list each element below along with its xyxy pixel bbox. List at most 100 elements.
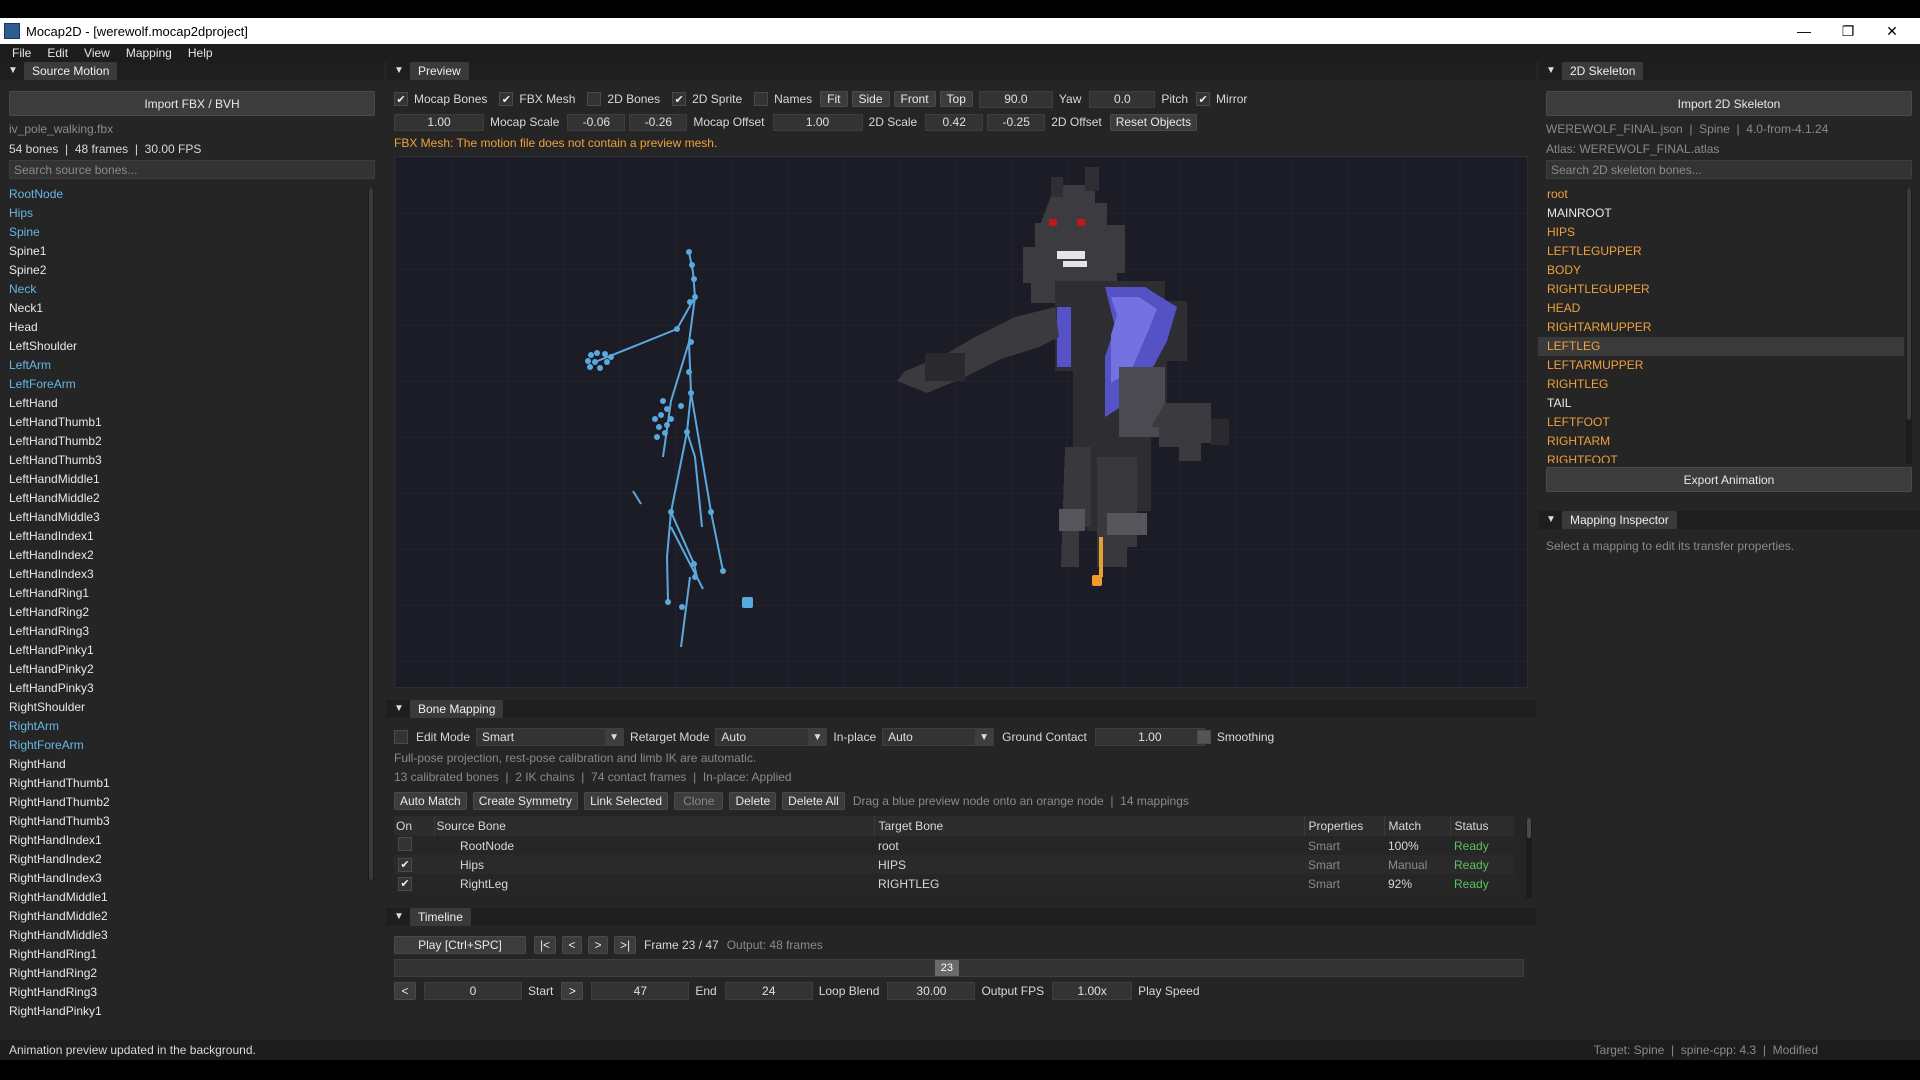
- source-bone-item[interactable]: LeftHandRing3: [0, 622, 368, 641]
- col-match[interactable]: Match: [1383, 816, 1450, 836]
- source-bone-item[interactable]: LeftHandMiddle2: [0, 489, 368, 508]
- source-bone-item[interactable]: LeftHandRing1: [0, 584, 368, 603]
- mapping-table-scrollbar[interactable]: [1526, 818, 1532, 898]
- source-bone-item[interactable]: RightHandThumb3: [0, 812, 368, 831]
- top-button[interactable]: Top: [939, 91, 973, 107]
- mocap-scale-field[interactable]: 1.00: [394, 113, 484, 131]
- col-properties[interactable]: Properties: [1303, 816, 1384, 836]
- mapping-enabled-checkbox[interactable]: ✔: [398, 876, 412, 891]
- source-bone-item[interactable]: RightShoulder: [0, 698, 368, 717]
- menu-file[interactable]: File: [4, 46, 39, 60]
- 2d-offset-x-field[interactable]: 0.42: [925, 113, 984, 131]
- source-bone-item[interactable]: LeftHandPinky3: [0, 679, 368, 698]
- mapping-enabled-checkbox[interactable]: ✔: [398, 857, 412, 872]
- preview-canvas[interactable]: [395, 157, 1528, 688]
- col-source-bone[interactable]: Source Bone: [433, 816, 874, 836]
- source-bone-item[interactable]: LeftHandIndex1: [0, 527, 368, 546]
- menu-help[interactable]: Help: [180, 46, 221, 60]
- names-checkbox[interactable]: [754, 92, 769, 106]
- output-fps-field[interactable]: 30.00: [887, 982, 976, 1000]
- source-bone-item[interactable]: Head: [0, 318, 368, 337]
- source-bone-item[interactable]: LeftHandMiddle3: [0, 508, 368, 527]
- collapse-icon[interactable]: ▼: [8, 66, 18, 76]
- skeleton-search-input[interactable]: Search 2D skeleton bones...: [1546, 160, 1912, 179]
- skeleton-bone-item[interactable]: HIPS: [1538, 223, 1904, 242]
- col-target-bone[interactable]: Target Bone: [873, 816, 1304, 836]
- edit-mode-dropdown[interactable]: Smart ▼: [476, 728, 625, 746]
- skeleton-bone-item[interactable]: BODY: [1538, 261, 1904, 280]
- skeleton-bone-item[interactable]: RIGHTARM: [1538, 432, 1904, 451]
- end-field[interactable]: 47: [591, 982, 690, 1000]
- source-bone-item[interactable]: RightForeArm: [0, 736, 368, 755]
- link-selected-button[interactable]: Link Selected: [584, 792, 669, 810]
- source-bone-item[interactable]: LeftHandPinky1: [0, 641, 368, 660]
- timeline-tab[interactable]: Timeline: [410, 908, 471, 926]
- source-search-input[interactable]: Search source bones...: [9, 160, 375, 179]
- preview-viewport[interactable]: [394, 156, 1528, 688]
- mapping-row[interactable]: ✔ Hips HIPS Smart Manual Ready: [394, 855, 1514, 874]
- skeleton-bone-item[interactable]: RIGHTFOOT: [1538, 451, 1904, 463]
- source-bone-item[interactable]: RootNode: [0, 185, 368, 204]
- mocap-offset-y-field[interactable]: -0.26: [629, 113, 688, 131]
- reset-objects-button[interactable]: Reset Objects: [1109, 113, 1198, 131]
- source-bone-item[interactable]: LeftHandRing2: [0, 603, 368, 622]
- skeleton-bone-item[interactable]: LEFTARMUPPER: [1538, 356, 1904, 375]
- loop-blend-field[interactable]: 24: [724, 982, 813, 1000]
- source-bone-item[interactable]: RightHandMiddle1: [0, 888, 368, 907]
- skeleton-bone-item[interactable]: LEFTLEGUPPER: [1538, 242, 1904, 261]
- menu-view[interactable]: View: [76, 46, 118, 60]
- delete-button[interactable]: Delete: [729, 792, 777, 810]
- menu-mapping[interactable]: Mapping: [118, 46, 180, 60]
- skeleton-bone-item[interactable]: HEAD: [1538, 299, 1904, 318]
- source-bone-item[interactable]: LeftForeArm: [0, 375, 368, 394]
- side-button[interactable]: Side: [851, 91, 890, 107]
- source-bone-item[interactable]: LeftArm: [0, 356, 368, 375]
- fit-button[interactable]: Fit: [820, 91, 848, 107]
- first-frame-button[interactable]: |<: [534, 936, 556, 954]
- collapse-icon[interactable]: ▼: [1546, 66, 1556, 76]
- source-bone-item[interactable]: LeftHandIndex3: [0, 565, 368, 584]
- mirror-checkbox[interactable]: ✔: [1196, 92, 1211, 106]
- source-motion-tab[interactable]: Source Motion: [24, 62, 118, 80]
- play-button[interactable]: Play [Ctrl+SPC]: [394, 936, 526, 954]
- bone-mapping-tab[interactable]: Bone Mapping: [410, 700, 504, 718]
- skeleton-bone-item[interactable]: RIGHTLEGUPPER: [1538, 280, 1904, 299]
- collapse-icon[interactable]: ▼: [394, 704, 404, 714]
- source-bone-item[interactable]: Spine2: [0, 261, 368, 280]
- source-bone-item[interactable]: Hips: [0, 204, 368, 223]
- mocap-bones-checkbox[interactable]: ✔: [394, 92, 408, 106]
- menu-edit[interactable]: Edit: [39, 46, 76, 60]
- scrubber-handle[interactable]: 23: [934, 960, 959, 976]
- source-bone-item[interactable]: RightHandMiddle2: [0, 907, 368, 926]
- ground-contact-field[interactable]: 1.00: [1094, 728, 1205, 746]
- mapping-row[interactable]: RootNode root Smart 100% Ready: [394, 836, 1514, 855]
- smoothing-checkbox[interactable]: [1196, 730, 1211, 744]
- inspector-tab[interactable]: Mapping Inspector: [1562, 511, 1677, 529]
- source-bone-item[interactable]: LeftShoulder: [0, 337, 368, 356]
- mocap-offset-x-field[interactable]: -0.06: [567, 113, 626, 131]
- create-symmetry-button[interactable]: Create Symmetry: [472, 792, 579, 810]
- skeleton-bone-item[interactable]: RIGHTARMUPPER: [1538, 318, 1904, 337]
- source-bone-item[interactable]: RightHandIndex1: [0, 831, 368, 850]
- skeleton-list-scrollbar[interactable]: [1906, 188, 1912, 464]
- source-bone-item[interactable]: RightHandThumb1: [0, 774, 368, 793]
- 2d-bones-checkbox[interactable]: [587, 92, 602, 106]
- source-bone-item[interactable]: LeftHandThumb3: [0, 451, 368, 470]
- import-2d-skeleton-button[interactable]: Import 2D Skeleton: [1546, 91, 1912, 116]
- skeleton-bone-item[interactable]: RIGHTLEG: [1538, 375, 1904, 394]
- source-bone-item[interactable]: RightHandRing3: [0, 983, 368, 1002]
- skeleton-tab[interactable]: 2D Skeleton: [1562, 62, 1644, 80]
- auto-match-button[interactable]: Auto Match: [394, 792, 467, 810]
- skeleton-bone-item[interactable]: LEFTLEG: [1538, 337, 1904, 356]
- source-bone-item[interactable]: RightHandMiddle3: [0, 926, 368, 945]
- source-bone-item[interactable]: RightHand: [0, 755, 368, 774]
- skeleton-bone-item[interactable]: MAINROOT: [1538, 204, 1904, 223]
- source-bone-item[interactable]: Spine: [0, 223, 368, 242]
- source-bone-item[interactable]: RightArm: [0, 717, 368, 736]
- source-bone-item[interactable]: RightHandIndex2: [0, 850, 368, 869]
- col-on[interactable]: On: [394, 816, 434, 836]
- delete-all-button[interactable]: Delete All: [782, 792, 845, 810]
- close-button[interactable]: ✕: [1870, 18, 1914, 44]
- source-bone-item[interactable]: RightHandThumb2: [0, 793, 368, 812]
- import-fbx-button[interactable]: Import FBX / BVH: [9, 91, 375, 116]
